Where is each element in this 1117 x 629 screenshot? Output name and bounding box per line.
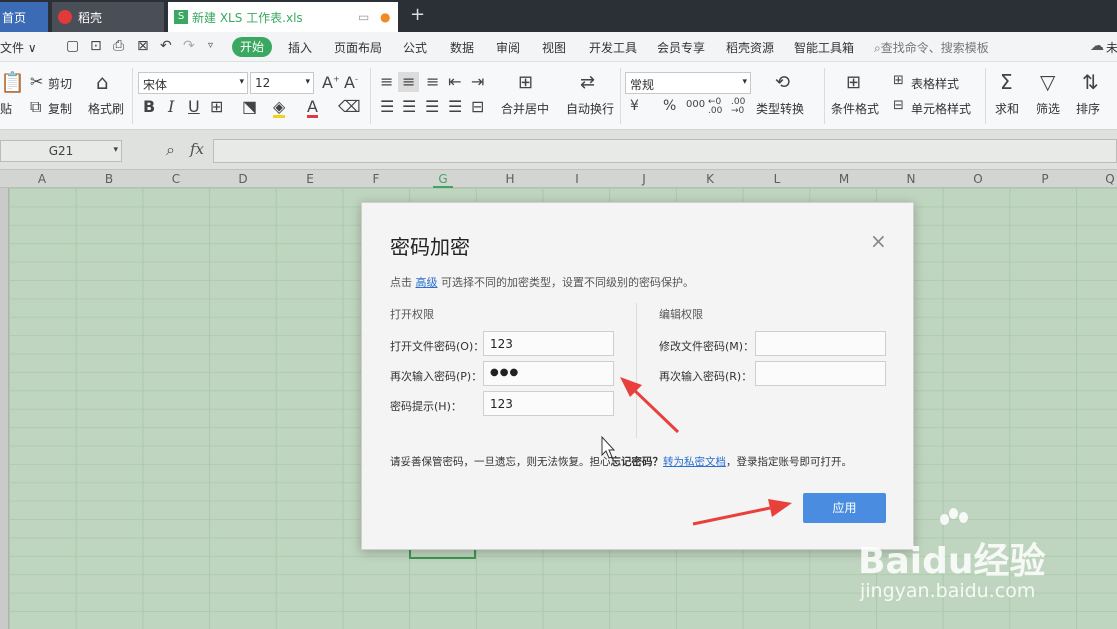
watermark-url: jingyan.baidu.com <box>860 580 1036 602</box>
watermark-brand: Baidu经验 <box>858 541 1046 582</box>
baidu-watermark: Baidu经验 jingyan.baidu.com <box>858 508 1108 608</box>
paw-icon <box>940 508 970 534</box>
arrow-to-reenter <box>620 377 680 434</box>
mouse-cursor-icon <box>601 435 616 459</box>
arrow-to-apply <box>692 499 792 526</box>
